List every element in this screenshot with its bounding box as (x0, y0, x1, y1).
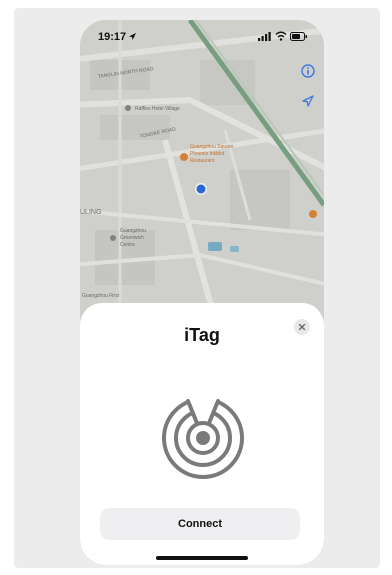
phone-screen: TANGLIN NORTH ROAD Raffles Hotel Village… (80, 20, 324, 565)
close-icon (298, 323, 306, 331)
close-button[interactable] (294, 319, 310, 335)
map-location-button[interactable] (295, 88, 321, 114)
battery-icon (290, 32, 307, 41)
home-indicator (156, 556, 248, 560)
map-info-button[interactable] (295, 58, 321, 84)
location-arrow-icon (302, 95, 314, 107)
info-icon (301, 64, 315, 78)
location-arrow-icon (128, 32, 137, 41)
sheet-title: iTag (184, 325, 220, 345)
pairing-sheet: iTag Connect (80, 303, 324, 565)
wifi-icon (275, 31, 287, 41)
radar-icon (162, 397, 244, 479)
cellular-signal-icon (258, 32, 271, 41)
status-time: 19:17 (98, 31, 127, 43)
connect-button[interactable]: Connect (100, 508, 300, 540)
status-bar: 19:17 (80, 20, 324, 50)
